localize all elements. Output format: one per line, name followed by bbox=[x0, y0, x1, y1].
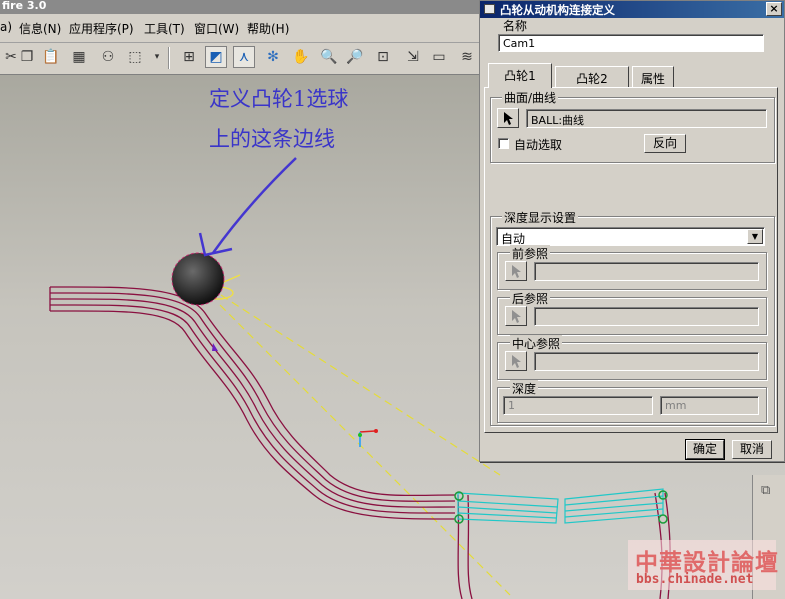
paste-special-icon[interactable]: ▦ bbox=[68, 46, 90, 68]
model-tree-icon[interactable]: ⊞ bbox=[178, 46, 200, 68]
layer-icon[interactable]: ≋ bbox=[456, 46, 478, 68]
spin-center-icon[interactable]: ✻ bbox=[262, 46, 284, 68]
zoom-out-icon[interactable]: 🔎 bbox=[344, 46, 366, 68]
zoom-fit-icon[interactable]: ⊡ bbox=[372, 46, 394, 68]
menu-item-2[interactable]: 应用程序(P) bbox=[69, 20, 134, 37]
arrow-pointer-icon bbox=[512, 264, 521, 278]
name-field[interactable]: Cam1 bbox=[498, 34, 764, 52]
menu-item-0[interactable]: a) bbox=[0, 20, 12, 34]
named-view-icon[interactable]: ▭ bbox=[428, 46, 450, 68]
front-ref-field[interactable] bbox=[534, 262, 759, 281]
surface-curve-group bbox=[490, 97, 775, 163]
back-ref-label: 后参照 bbox=[510, 290, 551, 307]
ok-button[interactable]: 确定 bbox=[685, 439, 725, 460]
chevron-down-icon: ▼ bbox=[747, 229, 763, 244]
back-ref-field[interactable] bbox=[534, 307, 759, 326]
annotation-line-1: 定义凸轮1选球 bbox=[209, 87, 349, 111]
reverse-button[interactable]: 反向 bbox=[644, 134, 686, 153]
close-button[interactable]: × bbox=[766, 2, 782, 16]
dialog-title: 凸轮从动机构连接定义 bbox=[500, 3, 615, 17]
cancel-button[interactable]: 取消 bbox=[732, 440, 772, 459]
connection-icon[interactable]: ⋏ bbox=[233, 46, 255, 68]
arrow-pointer-icon bbox=[504, 111, 513, 125]
arrow-pointer-icon bbox=[512, 309, 521, 323]
front-ref-label: 前参照 bbox=[510, 245, 551, 262]
back-ref-select-button[interactable] bbox=[505, 306, 527, 326]
paste-icon[interactable]: 📋 bbox=[40, 46, 62, 68]
menu-item-4[interactable]: 窗口(W) bbox=[194, 20, 239, 37]
surface-reference-field[interactable]: BALL:曲线 bbox=[526, 109, 767, 128]
orient-icon[interactable]: ⇲ bbox=[402, 46, 424, 68]
depth-display-select[interactable]: 自动 ▼ bbox=[496, 227, 765, 246]
find-icon[interactable]: ⚇ bbox=[97, 46, 119, 68]
surface-curve-label: 曲面/曲线 bbox=[502, 89, 559, 106]
depth-value-field[interactable]: 1 bbox=[503, 396, 653, 415]
chevron-down-icon[interactable]: ▾ bbox=[146, 46, 168, 68]
watermark-url: bbs.chinade.net bbox=[636, 572, 754, 587]
tab-properties[interactable]: 属性 bbox=[632, 66, 674, 87]
annotation-line-2: 上的这条边线 bbox=[209, 127, 335, 151]
depth-display-label: 深度显示设置 bbox=[502, 209, 579, 226]
arrow-pointer-icon bbox=[512, 354, 521, 368]
auto-select-label: 自动选取 bbox=[514, 138, 563, 152]
window-icon bbox=[484, 4, 495, 14]
tab-cam2[interactable]: 凸轮2 bbox=[555, 66, 629, 87]
view-icon[interactable]: ⧉ bbox=[761, 483, 770, 498]
app-title-bar: fire 3.0 bbox=[0, 0, 480, 14]
menu-item-5[interactable]: 帮助(H) bbox=[247, 20, 289, 37]
toolbar-separator bbox=[168, 47, 170, 69]
center-ref-field[interactable] bbox=[534, 352, 759, 371]
pan-icon[interactable]: ✋ bbox=[290, 46, 312, 68]
auto-select-checkbox[interactable] bbox=[498, 138, 509, 149]
center-ref-select-button[interactable] bbox=[505, 351, 527, 371]
tab-cam1[interactable]: 凸轮1 bbox=[488, 63, 552, 88]
menu-item-1[interactable]: 信息(N) bbox=[19, 20, 61, 37]
center-ref-label: 中心参照 bbox=[510, 335, 563, 352]
dialog-title-bar: 凸轮从动机构连接定义 × bbox=[480, 1, 784, 18]
app-title: fire 3.0 bbox=[2, 0, 47, 12]
select-box-icon[interactable]: ⬚ bbox=[124, 46, 146, 68]
depth-unit-field[interactable]: mm bbox=[660, 396, 759, 415]
zoom-in-icon[interactable]: 🔍 bbox=[318, 46, 340, 68]
copy-icon[interactable]: ❐ bbox=[16, 46, 38, 68]
menu-item-3[interactable]: 工具(T) bbox=[144, 20, 185, 37]
depth-label: 深度 bbox=[510, 380, 539, 397]
front-ref-select-button[interactable] bbox=[505, 261, 527, 281]
surface-select-button[interactable] bbox=[497, 108, 519, 128]
name-label: 名称 bbox=[503, 19, 528, 33]
sketch-view-icon[interactable]: ◩ bbox=[205, 46, 227, 68]
